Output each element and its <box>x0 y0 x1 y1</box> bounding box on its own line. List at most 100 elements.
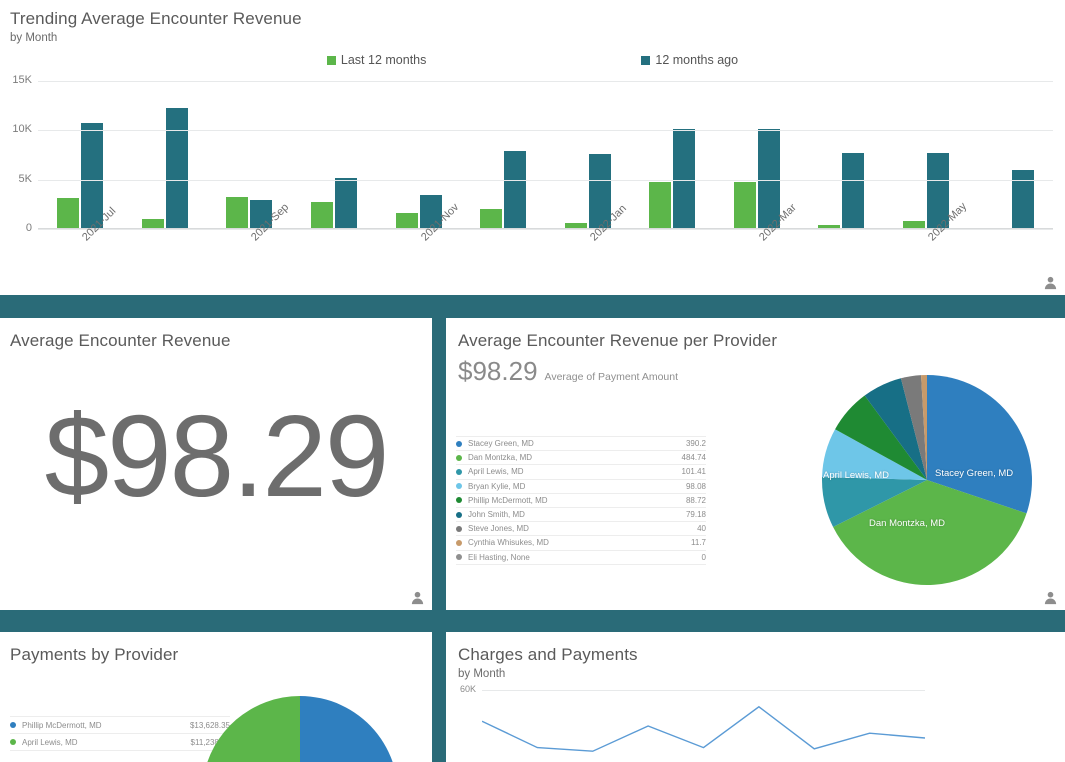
bar-chart-plot: 05K10K15K <box>38 81 1053 229</box>
provider-name: Phillip McDermott, MD <box>22 721 184 730</box>
x-axis-label-cell: 2022-May <box>884 233 969 293</box>
legend-dot-icon <box>456 441 462 447</box>
dashboard-root: Trending Average Encounter Revenue by Mo… <box>0 0 1065 762</box>
panel-subtitle: by Month <box>458 667 1065 681</box>
panel-average-encounter-revenue: Average Encounter Revenue $98.29 <box>0 318 432 610</box>
user-icon[interactable] <box>410 590 425 605</box>
bar[interactable] <box>842 153 864 228</box>
chart-legend: Last 12 months 12 months ago <box>0 53 1065 67</box>
bar[interactable] <box>649 182 671 228</box>
provider-pie-chart: Stacey Green, MD Dan Montzka, MD April L… <box>817 370 1037 590</box>
bar-group <box>630 81 715 228</box>
pie-label-dan-montzka: Dan Montzka, MD <box>869 518 945 529</box>
panel-title: Payments by Provider <box>10 644 432 666</box>
x-axis-label-cell: 2022-Mar <box>715 233 800 293</box>
legend-dot-icon <box>456 526 462 532</box>
table-row[interactable]: John Smith, MD79.18 <box>456 508 706 522</box>
bar[interactable] <box>734 182 756 228</box>
table-row[interactable]: Dan Montzka, MD484.74 <box>456 451 706 465</box>
y-axis-tick: 0 <box>26 222 32 234</box>
panel-trending-average-encounter-revenue: Trending Average Encounter Revenue by Mo… <box>0 0 1065 295</box>
kpi-caption: Average of Payment Amount <box>545 371 678 383</box>
x-axis-label-cell <box>461 233 546 293</box>
provider-name: John Smith, MD <box>468 510 680 519</box>
table-row[interactable]: Stacey Green, MD390.2 <box>456 436 706 451</box>
provider-name: Cynthia Whisukes, MD <box>468 538 685 547</box>
line-chart: 60K <box>482 690 925 762</box>
x-axis-label-cell: 2021-Nov <box>376 233 461 293</box>
x-axis-label-cell <box>292 233 377 293</box>
provider-name: Bryan Kylie, MD <box>468 482 680 491</box>
bar[interactable] <box>480 209 502 228</box>
provider-value: 484.74 <box>676 453 706 462</box>
bar[interactable] <box>504 151 526 228</box>
provider-legend-table: Stacey Green, MD390.2Dan Montzka, MD484.… <box>456 436 706 565</box>
x-axis-label-cell <box>799 233 884 293</box>
bar[interactable] <box>903 221 925 228</box>
pie-label-stacey-green: Stacey Green, MD <box>935 468 1013 479</box>
legend-item-last-12-months[interactable]: Last 12 months <box>327 53 426 67</box>
provider-value: 390.2 <box>680 439 706 448</box>
provider-name: April Lewis, MD <box>22 738 185 747</box>
gridline: 10K <box>38 130 1053 131</box>
provider-value: 79.18 <box>680 510 706 519</box>
bar[interactable] <box>335 178 357 228</box>
legend-dot-icon <box>456 483 462 489</box>
user-icon[interactable] <box>1043 275 1058 290</box>
legend-label: Last 12 months <box>341 53 426 67</box>
bar-group <box>292 81 377 228</box>
table-row[interactable]: April Lewis, MD101.41 <box>456 465 706 479</box>
x-axis-label-cell: 2022-Jan <box>545 233 630 293</box>
table-row[interactable]: Steve Jones, MD40 <box>456 522 706 536</box>
line-series[interactable] <box>482 707 925 751</box>
user-icon[interactable] <box>1043 590 1058 605</box>
gridline: 0 <box>38 229 1053 230</box>
bar[interactable] <box>81 123 103 228</box>
provider-name: Eli Hasting, None <box>468 553 696 562</box>
table-row[interactable]: Cynthia Whisukes, MD11.7 <box>456 536 706 550</box>
bar[interactable] <box>396 213 418 228</box>
bar[interactable] <box>226 197 248 228</box>
panel-subtitle: by Month <box>10 31 1065 45</box>
legend-dot-icon <box>456 554 462 560</box>
legend-dot-icon <box>456 512 462 518</box>
bar[interactable] <box>311 202 333 228</box>
pie-slice[interactable] <box>202 696 300 762</box>
table-row[interactable]: Phillip McDermott, MD88.72 <box>456 494 706 508</box>
legend-dot-icon <box>10 739 16 745</box>
y-axis-tick: 10K <box>12 123 32 135</box>
provider-value: 98.08 <box>680 482 706 491</box>
bar[interactable] <box>57 198 79 228</box>
x-axis-label-cell <box>123 233 208 293</box>
bar-group <box>968 81 1053 228</box>
y-axis-tick: 60K <box>460 684 476 694</box>
table-row[interactable]: Bryan Kylie, MD98.08 <box>456 480 706 494</box>
legend-item-12-months-ago[interactable]: 12 months ago <box>641 53 738 67</box>
kpi-value: $98.29 <box>458 356 538 386</box>
provider-name: Dan Montzka, MD <box>468 453 676 462</box>
bar[interactable] <box>1012 170 1034 228</box>
bar[interactable] <box>166 108 188 228</box>
panel-charges-and-payments: Charges and Payments by Month 60K <box>446 632 1065 762</box>
x-axis-label-cell <box>968 233 1053 293</box>
table-row[interactable]: April Lewis, MD$11,238.99 <box>10 734 230 751</box>
legend-label: 12 months ago <box>655 53 738 67</box>
legend-dot-icon <box>456 540 462 546</box>
x-axis-label-cell: 2021-Sep <box>207 233 292 293</box>
legend-dot-icon <box>456 455 462 461</box>
table-row[interactable]: Eli Hasting, None0 <box>456 551 706 565</box>
provider-name: Phillip McDermott, MD <box>468 496 680 505</box>
table-row[interactable]: Phillip McDermott, MD$13,628.35 <box>10 716 230 734</box>
provider-name: April Lewis, MD <box>468 467 676 476</box>
provider-value: 101.41 <box>676 467 706 476</box>
page-title: Trending Average Encounter Revenue <box>10 8 1065 30</box>
provider-value: 88.72 <box>680 496 706 505</box>
bar-group <box>461 81 546 228</box>
x-axis-label-cell <box>630 233 715 293</box>
bar[interactable] <box>142 219 164 228</box>
bar-group <box>123 81 208 228</box>
gridline: 5K <box>38 180 1053 181</box>
provider-value: 40 <box>691 524 706 533</box>
legend-dot-icon <box>456 497 462 503</box>
y-axis-tick: 15K <box>12 74 32 86</box>
